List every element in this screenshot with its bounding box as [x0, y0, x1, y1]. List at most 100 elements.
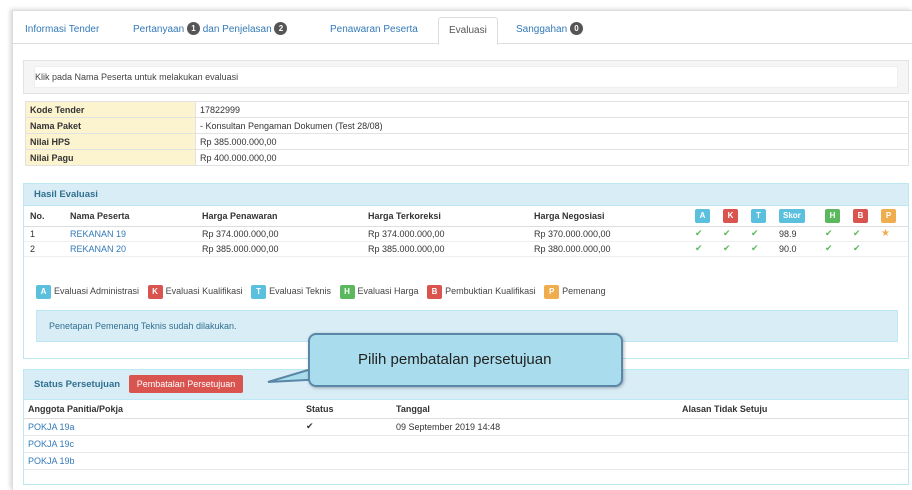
tab-sanggahan[interactable]: Sanggahan 0: [506, 17, 593, 44]
table-header-row: No. Nama Peserta Harga Penawaran Harga T…: [24, 206, 908, 227]
harga-negosiasi: Rp 380.000.000,00: [528, 241, 693, 257]
anggota-link[interactable]: POKJA 19b: [24, 452, 302, 470]
detail-value: Rp 400.000.000,00: [195, 149, 909, 166]
table-row: 1 REKANAN 19 Rp 374.000.000,00 Rp 374.00…: [24, 226, 908, 242]
tab-informasi-tender[interactable]: Informasi Tender: [15, 17, 109, 44]
check-icon: ✔: [751, 243, 759, 253]
column-header: No.: [24, 206, 64, 227]
badge-skor: Skor: [779, 208, 805, 223]
tab-bar: Informasi Tender Pertanyaan 1 dan Penjel…: [13, 11, 912, 45]
column-header: Nama Peserta: [64, 206, 196, 227]
legend-item: A Evaluasi Administrasi: [36, 285, 140, 299]
panel-title: Hasil Evaluasi: [24, 184, 908, 206]
detail-value: 17822999: [195, 101, 909, 118]
count-badge: 2: [274, 22, 288, 35]
detail-label: Nilai HPS: [25, 133, 196, 150]
skor-value: 90.0: [777, 241, 823, 257]
legend-label: Evaluasi Harga: [357, 286, 419, 296]
detail-label: Nilai Pagu: [25, 149, 196, 166]
harga-terkoreksi: Rp 385.000.000,00: [362, 241, 528, 257]
anggota-link[interactable]: POKJA 19a: [24, 418, 302, 436]
check-icon: ✔: [695, 228, 703, 238]
badge-pemenang: P: [881, 208, 896, 223]
alasan-value: [678, 418, 908, 436]
check-icon: ✔: [853, 243, 861, 253]
callout-box: Pilih pembatalan persetujuan: [308, 333, 623, 387]
badge-administrasi: A: [695, 208, 710, 223]
row-number: 2: [24, 241, 64, 257]
skor-value: 98.9: [777, 226, 823, 242]
badge-pembuktian: B: [853, 208, 868, 223]
peserta-link[interactable]: REKANAN 20: [64, 241, 196, 257]
panel-title: Status Persetujuan: [34, 379, 121, 390]
tanggal-value: [392, 452, 678, 470]
harga-penawaran: Rp 374.000.000,00: [196, 226, 362, 242]
badge-kualifikasi: K: [723, 208, 738, 223]
legend-item: P Pemenang: [544, 285, 606, 299]
detail-row: Nama Paket - Konsultan Pengaman Dokumen …: [25, 117, 909, 134]
hasil-evaluasi-table: No. Nama Peserta Harga Penawaran Harga T…: [24, 206, 908, 257]
peserta-link[interactable]: REKANAN 19: [64, 226, 196, 242]
legend-label: Pemenang: [562, 286, 606, 296]
tab-label: Informasi Tender: [25, 24, 100, 35]
status-value: [302, 435, 392, 453]
table-row: 2 REKANAN 20 Rp 385.000.000,00 Rp 385.00…: [24, 241, 908, 257]
legend-label: Evaluasi Administrasi: [54, 286, 140, 296]
check-icon: ✔: [723, 228, 731, 238]
legend-item: K Evaluasi Kualifikasi: [147, 285, 243, 299]
row-number: 1: [24, 226, 64, 242]
harga-penawaran: Rp 385.000.000,00: [196, 241, 362, 257]
star-icon: ★: [881, 228, 890, 239]
status-table: Anggota Panitia/Pokja Status Tanggal Ala…: [24, 400, 908, 470]
check-icon: ✔: [695, 243, 703, 253]
check-icon: ✔: [825, 228, 833, 238]
table-header-row: Anggota Panitia/Pokja Status Tanggal Ala…: [24, 400, 908, 419]
legend-label: Pembuktian Kualifikasi: [445, 286, 536, 296]
info-text: Klik pada Nama Peserta untuk melakukan e…: [34, 66, 898, 88]
detail-value: Rp 385.000.000,00: [195, 133, 909, 150]
alasan-value: [678, 452, 908, 470]
column-header: Harga Negosiasi: [528, 206, 693, 227]
column-header: Status: [302, 400, 392, 419]
legend-badge: K: [147, 285, 163, 299]
check-icon: ✔: [723, 243, 731, 253]
detail-value: - Konsultan Pengaman Dokumen (Test 28/08…: [195, 117, 909, 134]
tab-penawaran-peserta[interactable]: Penawaran Peserta: [320, 17, 428, 44]
status-check-icon: ✔: [302, 418, 392, 436]
legend-label: Evaluasi Teknis: [269, 286, 331, 296]
tab-label: dan Penjelasan: [202, 24, 272, 35]
pembatalan-persetujuan-button[interactable]: Pembatalan Persetujuan: [128, 375, 244, 394]
tanggal-value: 09 September 2019 14:48: [392, 418, 678, 436]
evaluation-window: Informasi Tender Pertanyaan 1 dan Penjel…: [12, 10, 912, 490]
badge-teknis: T: [751, 208, 766, 223]
anggota-link[interactable]: POKJA 19c: [24, 435, 302, 453]
column-header: Tanggal: [392, 400, 678, 419]
check-icon: ✔: [751, 228, 759, 238]
legend-label: Evaluasi Kualifikasi: [165, 286, 243, 296]
tab-evaluasi[interactable]: Evaluasi: [438, 17, 498, 45]
column-header: Alasan Tidak Setuju: [678, 400, 908, 419]
detail-label: Nama Paket: [25, 117, 196, 134]
legend-item: H Evaluasi Harga: [339, 285, 419, 299]
harga-negosiasi: Rp 370.000.000,00: [528, 226, 693, 242]
info-box: Klik pada Nama Peserta untuk melakukan e…: [23, 60, 909, 94]
harga-terkoreksi: Rp 374.000.000,00: [362, 226, 528, 242]
detail-label: Kode Tender: [25, 101, 196, 118]
check-icon: ✔: [853, 228, 861, 238]
detail-row: Kode Tender 17822999: [25, 101, 909, 118]
table-row: POKJA 19a ✔ 09 September 2019 14:48: [24, 418, 908, 436]
detail-row: Nilai Pagu Rp 400.000.000,00: [25, 149, 909, 166]
count-badge: 1: [186, 22, 200, 35]
tanggal-value: [392, 435, 678, 453]
tab-label: Penawaran Peserta: [330, 24, 418, 35]
detail-row: Nilai HPS Rp 385.000.000,00: [25, 133, 909, 150]
tab-pertanyaan[interactable]: Pertanyaan 1 dan Penjelasan 2: [123, 17, 297, 44]
column-header: Harga Penawaran: [196, 206, 362, 227]
table-row: POKJA 19b: [24, 452, 908, 470]
tab-label: Pertanyaan: [133, 24, 185, 35]
column-header: Harga Terkoreksi: [362, 206, 528, 227]
alasan-value: [678, 435, 908, 453]
legend-badge: A: [36, 285, 51, 299]
column-header: Anggota Panitia/Pokja: [24, 400, 302, 419]
status-value: [302, 452, 392, 470]
